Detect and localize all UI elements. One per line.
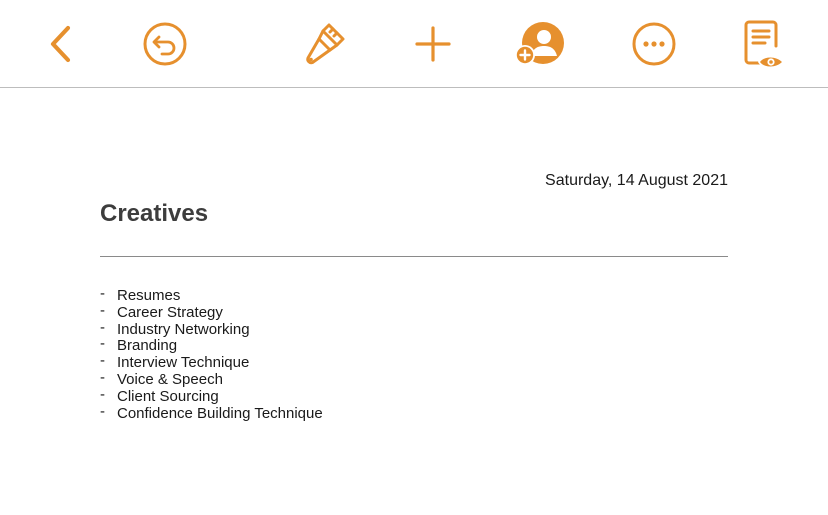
list-item-label: Industry Networking <box>117 320 250 338</box>
list-item-label: Voice & Speech <box>117 370 223 388</box>
ellipsis-circle-icon <box>632 22 676 66</box>
bullet-marker: - <box>100 318 105 336</box>
toolbar <box>0 0 828 88</box>
reading-view-button[interactable] <box>738 18 790 70</box>
list-item: - Client Sourcing <box>100 385 323 406</box>
title-divider <box>100 256 728 257</box>
list-item: - Resumes <box>100 285 323 305</box>
bullet-marker: - <box>100 385 105 403</box>
back-button[interactable] <box>35 18 87 70</box>
list-item: - Industry Networking <box>100 318 323 339</box>
list-item-label: Branding <box>117 337 178 355</box>
bullet-marker: - <box>100 352 105 370</box>
bullet-marker: - <box>100 285 105 302</box>
list-item-label: Confidence Building Technique <box>117 404 323 422</box>
list-item-label: Resumes <box>117 287 181 304</box>
document-eye-icon <box>744 20 784 68</box>
bullet-marker: - <box>100 402 105 420</box>
bullet-marker: - <box>100 368 105 386</box>
bullet-marker: - <box>100 335 105 353</box>
insert-button[interactable] <box>407 18 459 70</box>
list-item: - Confidence Building Technique <box>100 402 323 423</box>
list-item-label: Client Sourcing <box>117 387 219 405</box>
format-button[interactable] <box>299 18 351 70</box>
list-item: - Branding <box>100 335 323 355</box>
plus-icon <box>415 26 451 62</box>
collaborate-button[interactable] <box>514 18 566 70</box>
topic-list: - Resumes - Career Strategy - Industry Netw… <box>100 285 323 423</box>
list-item-label: Career Strategy <box>117 303 223 321</box>
add-person-icon <box>515 22 564 65</box>
paintbrush-icon <box>306 23 345 65</box>
bullet-marker: - <box>100 301 105 319</box>
list-item: - Career Strategy <box>100 301 323 322</box>
undo-circle-icon <box>143 22 187 66</box>
undo-button[interactable] <box>139 18 191 70</box>
document-date: Saturday, 14 August 2021 <box>545 172 728 189</box>
list-item: - Voice & Speech <box>100 368 323 389</box>
list-item: - Interview Technique <box>100 352 323 372</box>
document-title: Creatives <box>100 200 209 227</box>
chevron-left-icon <box>50 25 71 63</box>
more-button[interactable] <box>628 18 680 70</box>
list-item-label: Interview Technique <box>117 354 250 372</box>
